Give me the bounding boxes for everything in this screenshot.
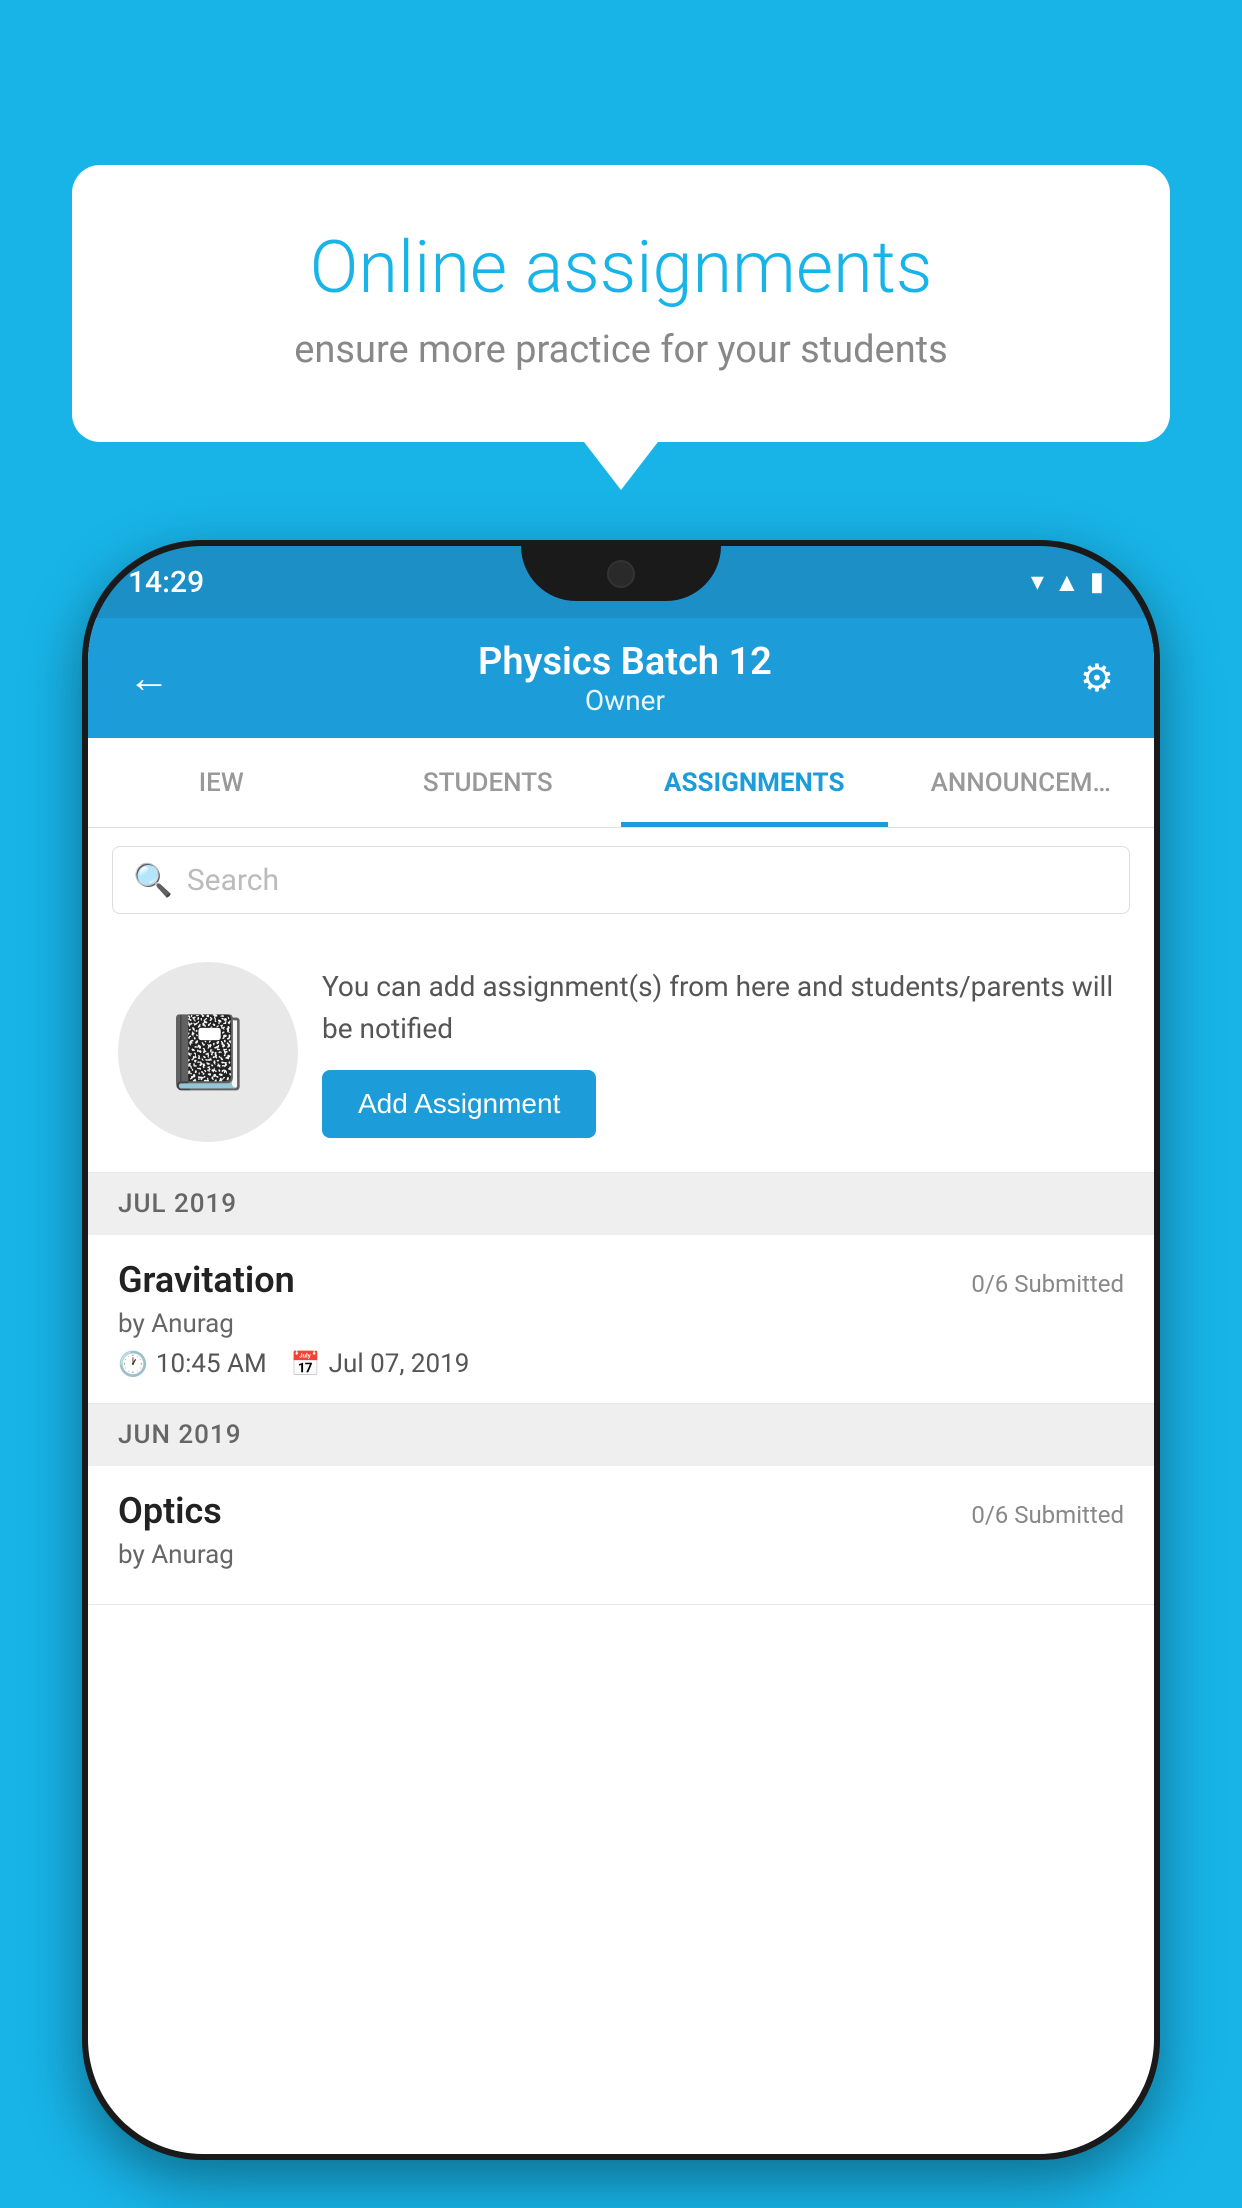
header-title: Physics Batch 12 — [478, 640, 772, 684]
back-button[interactable]: ← — [128, 654, 170, 703]
tab-iew[interactable]: IEW — [88, 738, 355, 827]
search-container: 🔍 Search — [88, 828, 1154, 932]
assignment-item-optics[interactable]: Optics 0/6 Submitted by Anurag — [88, 1466, 1154, 1605]
tab-assignments[interactable]: ASSIGNMENTS — [621, 738, 888, 827]
header-subtitle: Owner — [478, 684, 772, 717]
assignment-meta-gravitation: 🕐 10:45 AM 📅 Jul 07, 2019 — [118, 1349, 1124, 1379]
assignment-time-gravitation: 🕐 10:45 AM — [118, 1349, 267, 1379]
settings-button[interactable]: ⚙ — [1080, 656, 1114, 701]
assignment-title-gravitation: Gravitation — [118, 1259, 295, 1301]
tab-announcements[interactable]: ANNOUNCEM… — [888, 738, 1155, 827]
tabs-bar: IEW STUDENTS ASSIGNMENTS ANNOUNCEM… — [88, 738, 1154, 828]
assignment-top-row: Gravitation 0/6 Submitted — [118, 1259, 1124, 1301]
month-header-jul: JUL 2019 — [88, 1173, 1154, 1235]
assignment-submitted-gravitation: 0/6 Submitted — [971, 1270, 1124, 1298]
signal-icon: ▲ — [1054, 567, 1080, 598]
add-assignment-button[interactable]: Add Assignment — [322, 1070, 596, 1138]
search-input[interactable]: Search — [187, 863, 279, 898]
search-bar[interactable]: 🔍 Search — [112, 846, 1130, 914]
speech-bubble-container: Online assignments ensure more practice … — [72, 165, 1170, 442]
assignment-date-gravitation: 📅 Jul 07, 2019 — [291, 1349, 470, 1379]
assignment-submitted-optics: 0/6 Submitted — [971, 1501, 1124, 1529]
assignment-by-gravitation: by Anurag — [118, 1309, 1124, 1339]
tab-students[interactable]: STUDENTS — [355, 738, 622, 827]
month-header-jun: JUN 2019 — [88, 1404, 1154, 1466]
phone-notch — [521, 546, 721, 601]
promo-content: You can add assignment(s) from here and … — [322, 966, 1124, 1138]
promo-icon-circle: 📓 — [118, 962, 298, 1142]
assignment-title-optics: Optics — [118, 1490, 222, 1532]
speech-bubble: Online assignments ensure more practice … — [72, 165, 1170, 442]
assignment-item-gravitation[interactable]: Gravitation 0/6 Submitted by Anurag 🕐 10… — [88, 1235, 1154, 1404]
status-icons: ▾ ▲ ▮ — [1031, 567, 1104, 598]
phone-frame: 14:29 ▾ ▲ ▮ ← Physics Batch 12 Owner ⚙ — [82, 540, 1160, 2160]
notebook-icon: 📓 — [163, 1010, 253, 1095]
camera — [607, 560, 635, 588]
phone-inner: 14:29 ▾ ▲ ▮ ← Physics Batch 12 Owner ⚙ — [88, 546, 1154, 2154]
assignment-top-row-optics: Optics 0/6 Submitted — [118, 1490, 1124, 1532]
speech-bubble-subtitle: ensure more practice for your students — [142, 328, 1100, 372]
assignment-by-optics: by Anurag — [118, 1540, 1124, 1570]
battery-icon: ▮ — [1090, 567, 1104, 597]
search-icon: 🔍 — [133, 861, 173, 899]
promo-section: 📓 You can add assignment(s) from here an… — [88, 932, 1154, 1173]
promo-description: You can add assignment(s) from here and … — [322, 966, 1124, 1050]
status-time: 14:29 — [128, 565, 204, 600]
app-header: ← Physics Batch 12 Owner ⚙ — [88, 618, 1154, 738]
clock-icon: 🕐 — [118, 1350, 148, 1378]
speech-bubble-title: Online assignments — [142, 225, 1100, 310]
calendar-icon: 📅 — [291, 1350, 321, 1378]
header-title-group: Physics Batch 12 Owner — [478, 640, 772, 717]
app-content: ← Physics Batch 12 Owner ⚙ IEW STUDENTS … — [88, 618, 1154, 2154]
wifi-icon: ▾ — [1031, 567, 1044, 597]
